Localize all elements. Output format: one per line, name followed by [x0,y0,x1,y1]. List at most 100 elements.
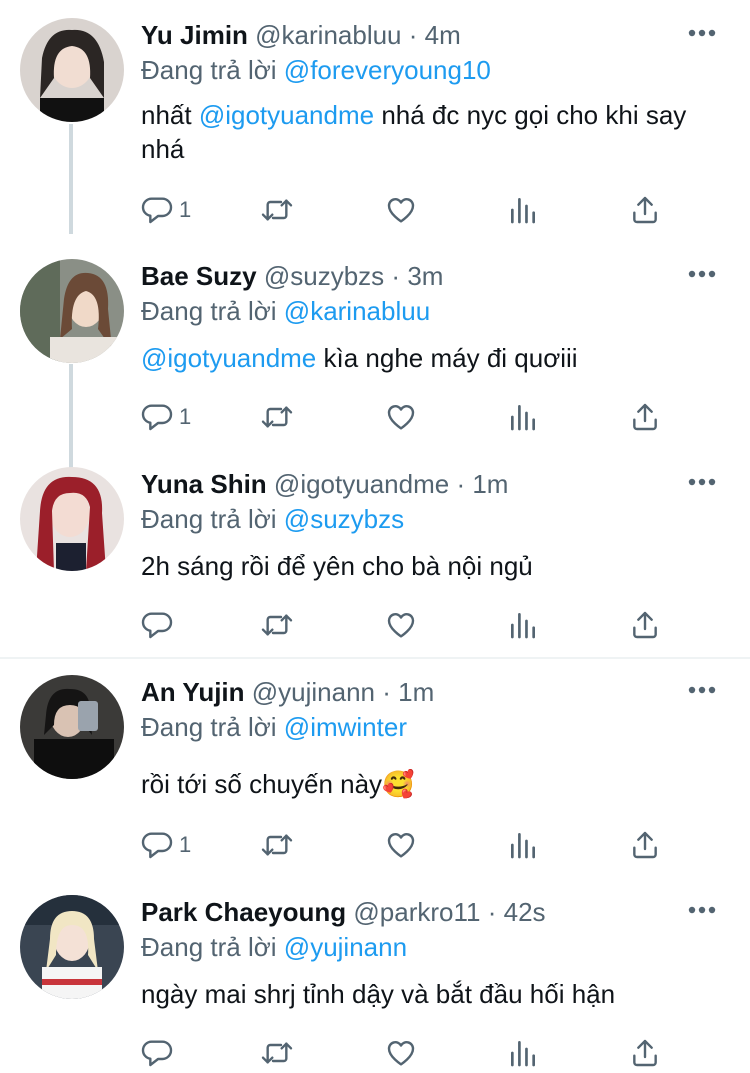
body-text: kìa nghe máy đi quơiii [316,343,578,373]
body-mention[interactable]: @igotyuandme [141,343,316,373]
reply-count: 1 [179,404,192,429]
reply-bubble-icon [141,832,173,859]
replying-prefix: Đang trả lời [141,712,277,742]
retweet-button[interactable] [261,397,293,437]
share-button[interactable] [629,825,661,865]
more-button[interactable] [682,893,722,927]
author-handle[interactable]: @parkro11 [353,897,480,927]
reply-to-mention[interactable]: @yujinann [284,932,407,962]
reply-to-mention[interactable]: @karinabluu [284,296,430,326]
timestamp[interactable]: 4m [425,20,461,50]
replying-to: Đang trả lời @yujinann [141,930,407,964]
more-horizontal-icon [688,686,716,694]
like-button[interactable] [385,397,417,437]
author-handle[interactable]: @yujinann [252,677,375,707]
reply-to-mention[interactable]: @suzybzs [284,504,404,534]
author-name[interactable]: Bae Suzy [141,261,257,291]
share-button[interactable] [629,190,661,230]
replying-to: Đang trả lời @imwinter [141,710,407,744]
action-bar [141,1033,681,1073]
heart-icon [387,198,415,223]
views-button[interactable] [507,605,539,645]
retweet-button[interactable] [261,825,293,865]
body-mention[interactable]: @igotyuandme [199,100,374,130]
share-button[interactable] [629,397,661,437]
reply-to-mention[interactable]: @imwinter [284,712,407,742]
retweet-icon [261,614,293,636]
share-upload-icon [633,1039,657,1067]
author-name[interactable]: An Yujin [141,677,245,707]
more-button[interactable] [682,257,722,291]
body-text: rồi tới số chuyến này🥰 [141,769,415,799]
more-horizontal-icon [688,270,716,278]
author-handle[interactable]: @igotyuandme [274,469,449,499]
more-button[interactable] [682,673,722,707]
like-button[interactable] [385,605,417,645]
separator-dot: · [391,261,401,291]
reply-bubble-icon [141,1040,173,1067]
retweet-button[interactable] [261,190,293,230]
author-handle[interactable]: @suzybzs [264,261,384,291]
reply-bubble-icon [141,197,173,224]
share-button[interactable] [629,605,661,645]
tweet-text: nhất @igotyuandme nhá đc nyc gọi cho khi… [141,98,721,166]
body-text: nhất [141,100,199,130]
share-upload-icon [633,611,657,639]
retweet-icon [261,1042,293,1064]
reply-button[interactable]: 1 [141,397,191,437]
separator-dot: · [408,20,418,50]
retweet-icon [261,199,293,221]
retweet-button[interactable] [261,1033,293,1073]
views-button[interactable] [507,397,539,437]
avatar[interactable] [20,259,124,363]
bar-chart-icon [511,613,535,639]
timestamp[interactable]: 3m [407,261,443,291]
more-button[interactable] [682,16,722,50]
timestamp[interactable]: 1m [398,677,434,707]
heart-icon [387,613,415,638]
heart-icon [387,1041,415,1066]
more-button[interactable] [682,465,722,499]
bar-chart-icon [511,405,535,431]
reply-button[interactable]: 1 [141,190,191,230]
like-button[interactable] [385,190,417,230]
timestamp[interactable]: 42s [504,897,546,927]
reply-button[interactable]: 1 [141,825,191,865]
reply-bubble-icon [141,404,173,431]
author-name[interactable]: Yu Jimin [141,20,248,50]
views-button[interactable] [507,190,539,230]
avatar[interactable] [20,675,124,779]
views-button[interactable] [507,1033,539,1073]
thread-divider [0,657,750,659]
replying-prefix: Đang trả lời [141,932,277,962]
reply-to-mention[interactable]: @foreveryoung10 [284,55,491,85]
reply-button[interactable] [141,1033,179,1073]
like-button[interactable] [385,825,417,865]
separator-dot: · [382,677,391,707]
thread-line [69,124,73,234]
retweet-icon [261,834,293,856]
tweet-text: ngày mai shrj tỉnh dậy và bắt đầu hối hậ… [141,977,721,1011]
avatar[interactable] [20,18,124,122]
body-text: ngày mai shrj tỉnh dậy và bắt đầu hối hậ… [141,979,616,1009]
body-text: 2h sáng rồi để yên cho bà nội ngủ [141,551,533,581]
reply-button[interactable] [141,605,179,645]
author-name[interactable]: Park Chaeyoung [141,897,346,927]
author-handle[interactable]: @karinabluu [255,20,401,50]
avatar[interactable] [20,467,124,571]
timestamp[interactable]: 1m [472,469,508,499]
replying-prefix: Đang trả lời [141,296,277,326]
reply-count: 1 [179,832,192,857]
more-horizontal-icon [688,29,716,37]
heart-icon [387,833,415,858]
retweet-icon [261,406,293,428]
like-button[interactable] [385,1033,417,1073]
views-button[interactable] [507,825,539,865]
retweet-button[interactable] [261,605,293,645]
avatar[interactable] [20,895,124,999]
more-horizontal-icon [688,478,716,486]
author-name[interactable]: Yuna Shin [141,469,267,499]
tweet-text: @igotyuandme kìa nghe máy đi quơiii [141,341,721,375]
heart-icon [387,405,415,430]
share-button[interactable] [629,1033,661,1073]
